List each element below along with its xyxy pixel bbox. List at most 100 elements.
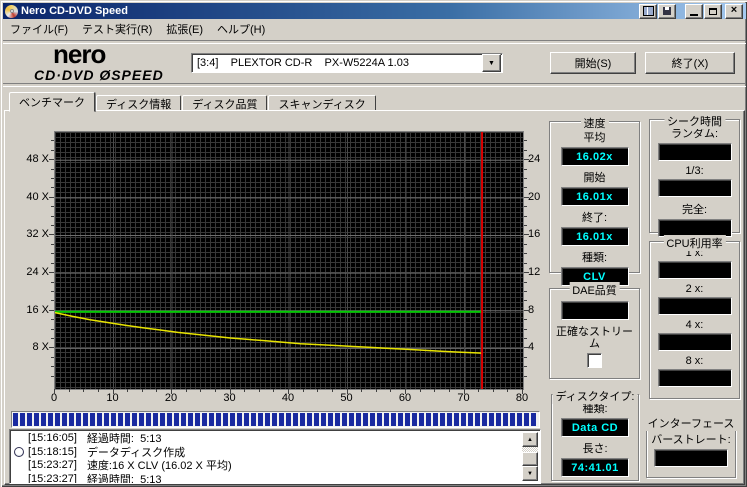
seek-field-label: 1/3: (685, 165, 704, 177)
axis-tick (273, 389, 275, 392)
axis-tick (51, 187, 54, 189)
axis-tick (524, 328, 527, 330)
axis-tick (214, 389, 216, 392)
dae-value-box (560, 301, 629, 320)
series-rotation-speed (55, 311, 483, 354)
maximize-button[interactable] (704, 3, 722, 19)
seek-fields: ランダム: 1/3: 完全: (650, 120, 739, 237)
axis-tick (492, 389, 494, 392)
compare-icon (642, 6, 654, 16)
menu-item-3[interactable]: ヘルプ(H) (210, 19, 272, 39)
axis-tick (51, 356, 54, 358)
cdspeed-logo: CD·DVD ØSPEED (34, 67, 164, 83)
title-bar[interactable]: Nero CD-DVD Speed × (3, 3, 746, 19)
y-axis-label: 8 X (32, 341, 49, 354)
log-list[interactable]: [15:16:05] 経過時間: 5:13 [15:18:15] データディスク作成[… (9, 429, 541, 484)
speed-field-label: 平均 (583, 132, 606, 144)
speed-fields: 平均 16.02x 開始 16.01x 終了: 16.01x 種類: CLV (550, 122, 639, 286)
axis-tick (524, 319, 527, 321)
y-axis-right-label: 16 (528, 228, 541, 241)
axis-tick (524, 159, 527, 161)
accurate-stream-checkbox[interactable] (587, 353, 602, 368)
app-icon[interactable] (5, 4, 18, 18)
axis-tick (375, 389, 377, 392)
app-window: Nero CD-DVD Speed × ファイル(F) テスト実行(R) 拡張(E)… (0, 0, 747, 487)
save-button[interactable] (658, 3, 676, 19)
axis-tick (317, 389, 319, 392)
y-axis-label: 24 X (26, 266, 49, 279)
seek-time-group: シーク時間 ランダム: 1/3: 完全: (649, 113, 740, 237)
maximize-icon (709, 7, 717, 15)
disc-fields: 種類: Data CD 長さ: 74:41.01 (552, 395, 638, 477)
chevron-down-icon[interactable]: ▼ (482, 54, 501, 72)
cpu-value-box (657, 369, 732, 387)
axis-tick (51, 290, 54, 292)
speed-value-box: 16.01x (560, 227, 629, 246)
axis-tick (51, 206, 54, 208)
drive-selector[interactable]: [3:4] PLEXTOR CD-R PX-W5224A 1.03 ▼ (191, 53, 503, 73)
y-axis-label: 40 X (26, 190, 49, 203)
axis-tick (524, 243, 527, 245)
close-button[interactable]: × (725, 3, 743, 19)
menu-item-0[interactable]: ファイル(F) (3, 19, 75, 39)
dae-group-title: DAE品質 (569, 282, 620, 298)
cpu-value-box (657, 297, 732, 315)
axis-tick (390, 389, 392, 392)
axis-tick (524, 300, 527, 302)
compare-window-icon-button[interactable] (639, 3, 657, 19)
axis-tick (51, 225, 54, 227)
cpu-field-label: 4 x: (685, 319, 704, 331)
axis-tick (171, 389, 172, 392)
minimize-icon (690, 13, 698, 16)
speed-field-label: 終了: (581, 212, 608, 224)
axis-tick (51, 319, 54, 321)
tab-strip: ベンチマーク ディスク情報 ディスク品質 スキャンディスク (9, 92, 377, 112)
minimize-button[interactable] (685, 3, 703, 19)
axis-tick (448, 389, 450, 392)
chart-canvas (55, 132, 523, 389)
axis-tick (51, 328, 54, 330)
y-axis-label: 48 X (26, 153, 49, 166)
tab-0[interactable]: ベンチマーク (9, 92, 95, 112)
disc-value-box: 74:41.01 (561, 458, 629, 477)
axis-tick (524, 337, 527, 339)
axis-tick (524, 347, 527, 349)
axis-tick (51, 300, 54, 302)
exit-button[interactable]: 終了(X) (645, 52, 735, 74)
scroll-down-button[interactable]: ▼ (522, 466, 538, 481)
axis-tick (141, 389, 143, 392)
axis-tick (302, 389, 304, 392)
axis-tick (51, 337, 54, 339)
cpu-value-box (657, 261, 732, 279)
axis-tick (54, 389, 55, 394)
log-icon-cell (10, 446, 28, 457)
scrollbar-thumb[interactable] (522, 452, 538, 466)
speed-value: CLV (583, 270, 606, 283)
axis-tick (524, 196, 527, 198)
axis-tick (127, 389, 129, 392)
burst-rate-label: バーストレート: (651, 434, 731, 446)
axis-tick (68, 389, 70, 392)
accurate-stream-label: 正確なストリーム (556, 326, 633, 350)
axis-tick (524, 253, 527, 255)
disc-group-title: ディスクタイプ: (552, 388, 638, 404)
axis-tick (51, 196, 54, 198)
y-axis-right-label: 20 (528, 190, 541, 203)
seek-value-box (657, 179, 732, 197)
scroll-up-button[interactable]: ▲ (522, 432, 538, 447)
menu-item-1[interactable]: テスト実行(R) (75, 19, 159, 39)
menu-item-2[interactable]: 拡張(E) (159, 19, 210, 39)
axis-tick (524, 375, 527, 377)
axis-tick (156, 389, 158, 392)
y-axis-right-label: 12 (528, 266, 541, 279)
start-button[interactable]: 開始(S) (550, 52, 636, 74)
cpu-fields: 1 x: 2 x: 4 x: 8 x: (650, 242, 739, 387)
log-time: [15:23:27] (28, 459, 77, 471)
axis-tick (346, 389, 348, 392)
log-scrollbar[interactable]: ▲ ▼ (522, 432, 538, 481)
disc-value-box: Data CD (561, 418, 629, 437)
axis-tick (51, 149, 54, 151)
axis-tick (405, 389, 406, 392)
speed-field-label: 開始 (583, 172, 606, 184)
log-rows: [15:16:05] 経過時間: 5:13 [15:18:15] データディスク作成[… (10, 430, 540, 483)
